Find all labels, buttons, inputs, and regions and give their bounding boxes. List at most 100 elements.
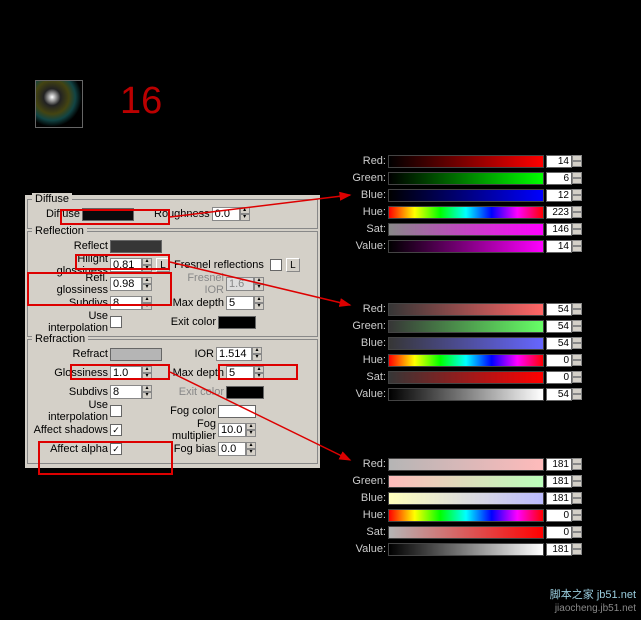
refr-exit-color-swatch[interactable] [226,386,264,399]
refr-gloss-spinner[interactable]: ▴▾ [142,366,152,380]
value-slider[interactable] [388,388,544,401]
value-slider[interactable] [388,240,544,253]
ior-spinner[interactable]: ▴▾ [252,347,262,361]
sat-spinner[interactable] [572,371,582,384]
refl-interp-checkbox[interactable] [110,316,122,328]
value-spinner[interactable] [572,240,582,253]
green-value[interactable]: 54 [546,320,572,333]
value-value[interactable]: 54 [546,388,572,401]
blue-value[interactable]: 54 [546,337,572,350]
refr-subdivs-input[interactable]: 8 [110,385,142,399]
affect-alpha-checkbox[interactable]: ✓ [110,443,122,455]
hue-slider[interactable] [388,354,544,367]
sat-value[interactable]: 146 [546,223,572,236]
value-value[interactable]: 14 [546,240,572,253]
fog-bias-spinner[interactable]: ▴▾ [246,442,256,456]
hue-slider[interactable] [388,509,544,522]
blue-slider[interactable] [388,337,544,350]
sat-slider[interactable] [388,223,544,236]
value-spinner[interactable] [572,388,582,401]
fresnel-l-button[interactable]: L [286,258,300,272]
hilight-l-button[interactable]: L [156,258,170,272]
red-slider[interactable] [388,303,544,316]
value-value[interactable]: 181 [546,543,572,556]
refr-interp-label: Use interpolation [32,399,110,423]
sat-spinner[interactable] [572,223,582,236]
red-value[interactable]: 54 [546,303,572,316]
green-slider[interactable] [388,475,544,488]
red-value[interactable]: 14 [546,155,572,168]
fresnel-checkbox[interactable] [270,259,282,271]
refl-interp-label: Use interpolation [32,310,110,334]
value-slider[interactable] [388,543,544,556]
refr-maxdepth-input[interactable]: 5 [226,366,254,380]
red-slider[interactable] [388,155,544,168]
refl-subdivs-spinner[interactable]: ▴▾ [142,296,152,310]
blue-slider[interactable] [388,189,544,202]
refract-color-swatch[interactable] [110,348,162,361]
sat-slider[interactable] [388,526,544,539]
hilight-gloss-spinner[interactable]: ▴▾ [142,258,152,272]
roughness-input[interactable]: 0.0 [212,207,240,221]
refl-gloss-input[interactable]: 0.98 [110,277,142,291]
refr-maxdepth-spinner[interactable]: ▴▾ [254,366,264,380]
refl-maxdepth-input[interactable]: 5 [226,296,254,310]
roughness-spinner[interactable]: ▴▾ [240,207,250,221]
blue-value[interactable]: 12 [546,189,572,202]
blue-spinner[interactable] [572,492,582,505]
diffuse-color-panel: Red:14 Green:6 Blue:12 Hue:223 Sat:146 V… [352,152,582,255]
hue-slider[interactable] [388,206,544,219]
fresnel-label: Fresnel reflections [174,259,266,271]
fog-color-swatch[interactable] [218,405,256,418]
fog-bias-input[interactable]: 0.0 [218,442,246,456]
blue-spinner[interactable] [572,337,582,350]
green-spinner[interactable] [572,172,582,185]
fresnel-ior-input: 1.6 [226,277,254,291]
reflect-color-panel: Red:54 Green:54 Blue:54 Hue:0 Sat:0 Valu… [352,300,582,403]
green-spinner[interactable] [572,320,582,333]
fog-mult-input[interactable]: 10.0 [218,423,246,437]
red-slider[interactable] [388,458,544,471]
refr-gloss-input[interactable]: 1.0 [110,366,142,380]
hue-value[interactable]: 0 [546,509,572,522]
sat-value[interactable]: 0 [546,526,572,539]
diffuse-color-swatch[interactable] [82,208,134,221]
red-spinner[interactable] [572,155,582,168]
hilight-gloss-input[interactable]: 0.81 [110,258,142,272]
refr-subdivs-spinner[interactable]: ▴▾ [142,385,152,399]
hue-spinner[interactable] [572,206,582,219]
green-value[interactable]: 6 [546,172,572,185]
refl-maxdepth-spinner[interactable]: ▴▾ [254,296,264,310]
hue-value[interactable]: 0 [546,354,572,367]
green-value[interactable]: 181 [546,475,572,488]
red-value[interactable]: 181 [546,458,572,471]
refl-gloss-spinner[interactable]: ▴▾ [142,277,152,291]
blue-slider[interactable] [388,492,544,505]
refl-subdivs-input[interactable]: 8 [110,296,142,310]
refr-gloss-label: Glossiness [32,367,110,379]
green-slider[interactable] [388,320,544,333]
blue-spinner[interactable] [572,189,582,202]
hue-value[interactable]: 223 [546,206,572,219]
sat-spinner[interactable] [572,526,582,539]
sat-slider[interactable] [388,371,544,384]
fog-color-label: Fog color [162,405,218,417]
reflect-color-swatch[interactable] [110,240,162,253]
value-spinner[interactable] [572,543,582,556]
red-spinner[interactable] [572,303,582,316]
roughness-label: Roughness [154,208,212,220]
red-spinner[interactable] [572,458,582,471]
refr-maxdepth-label: Max depth [170,367,226,379]
affect-shadows-checkbox[interactable]: ✓ [110,424,122,436]
blue-value[interactable]: 181 [546,492,572,505]
green-slider[interactable] [388,172,544,185]
refl-exit-color-swatch[interactable] [218,316,256,329]
hue-spinner[interactable] [572,354,582,367]
hue-spinner[interactable] [572,509,582,522]
fog-mult-spinner[interactable]: ▴▾ [246,423,256,437]
sat-value[interactable]: 0 [546,371,572,384]
watermark-line1: 脚本之家 jb51.net [550,588,636,602]
green-spinner[interactable] [572,475,582,488]
ior-input[interactable]: 1.514 [216,347,252,361]
refr-interp-checkbox[interactable] [110,405,122,417]
